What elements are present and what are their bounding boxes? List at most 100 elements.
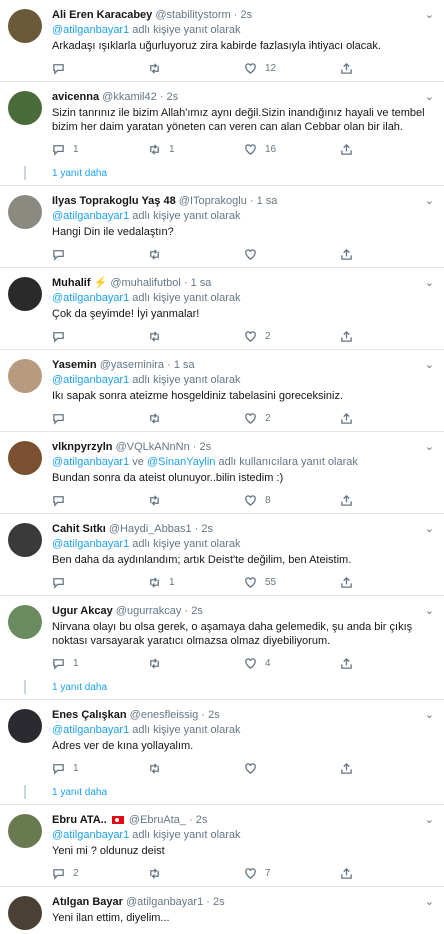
user-name[interactable]: Yasemin xyxy=(52,359,97,371)
tweet[interactable]: vlknpyrzyln @VQLkANnNn · 2s ⌄ @atilganba… xyxy=(0,432,444,514)
more-options-icon[interactable]: ⌄ xyxy=(425,358,434,371)
show-more-replies-link[interactable]: 1 yanıt daha xyxy=(0,676,444,700)
timestamp[interactable]: 2s xyxy=(196,814,208,826)
avatar[interactable] xyxy=(8,91,42,125)
reply-button[interactable] xyxy=(52,330,148,343)
more-options-icon[interactable]: ⌄ xyxy=(425,895,434,908)
mention-link[interactable]: @atilganbayar1 xyxy=(52,210,129,222)
share-button[interactable] xyxy=(340,62,436,75)
share-button[interactable] xyxy=(340,867,436,880)
reply-button[interactable] xyxy=(52,62,148,75)
tweet[interactable]: Ugur Akcay @ugurrakcay · 2s ⌄ Nirvana ol… xyxy=(0,596,444,676)
like-button[interactable]: 7 xyxy=(244,867,340,880)
user-handle[interactable]: @muhalifutbol xyxy=(110,277,180,289)
timestamp[interactable]: 1 sa xyxy=(191,277,212,289)
retweet-button[interactable] xyxy=(148,867,244,880)
retweet-button[interactable] xyxy=(148,248,244,261)
retweet-button[interactable] xyxy=(148,330,244,343)
avatar[interactable] xyxy=(8,195,42,229)
user-handle[interactable]: @yaseminira xyxy=(100,359,164,371)
tweet[interactable]: Enes Çalışkan @enesfleissig · 2s ⌄ @atil… xyxy=(0,700,444,781)
user-name[interactable]: Ali Eren Karacabey xyxy=(52,9,152,21)
like-button[interactable]: 8 xyxy=(244,494,340,507)
avatar[interactable] xyxy=(8,709,42,743)
reply-button[interactable] xyxy=(52,576,148,589)
reply-button[interactable] xyxy=(52,248,148,261)
retweet-button[interactable]: 1 xyxy=(148,576,244,589)
like-button[interactable]: 4 xyxy=(244,657,340,670)
retweet-button[interactable] xyxy=(148,412,244,425)
timestamp[interactable]: 1 sa xyxy=(257,195,278,207)
user-handle[interactable]: @IToprakoglu xyxy=(179,195,247,207)
tweet[interactable]: Atılgan Bayar @atilganbayar1 · 2s ⌄ Yeni… xyxy=(0,887,444,934)
user-handle[interactable]: @enesfleissig xyxy=(130,709,199,721)
like-button[interactable]: 16 xyxy=(244,143,340,156)
user-handle[interactable]: @kkamil42 xyxy=(102,91,157,103)
user-handle[interactable]: @EbruAta_ xyxy=(129,814,186,826)
tweet[interactable]: Yasemin @yaseminira · 1 sa ⌄ @atilganbay… xyxy=(0,350,444,432)
mention-link[interactable]: @atilganbayar1 xyxy=(52,724,129,736)
timestamp[interactable]: 2s xyxy=(200,441,212,453)
show-more-replies-link[interactable]: 1 yanıt daha xyxy=(0,781,444,805)
retweet-button[interactable]: 1 xyxy=(148,143,244,156)
share-button[interactable] xyxy=(340,330,436,343)
user-handle[interactable]: @ugurrakcay xyxy=(116,605,182,617)
like-button[interactable] xyxy=(244,762,340,775)
user-handle[interactable]: @Haydi_Abbas1 xyxy=(109,523,192,535)
more-options-icon[interactable]: ⌄ xyxy=(425,276,434,289)
mention-link[interactable]: @atilganbayar1 xyxy=(52,456,129,468)
tweet[interactable]: avicenna @kkamil42 · 2s ⌄ Sizin tanrınız… xyxy=(0,82,444,162)
timestamp[interactable]: 2s xyxy=(213,896,225,908)
user-name[interactable]: Ebru ATA.. xyxy=(52,814,107,826)
avatar[interactable] xyxy=(8,523,42,557)
retweet-button[interactable] xyxy=(148,62,244,75)
user-name[interactable]: Enes Çalışkan xyxy=(52,709,127,721)
more-options-icon[interactable]: ⌄ xyxy=(425,604,434,617)
retweet-button[interactable] xyxy=(148,494,244,507)
like-button[interactable] xyxy=(244,248,340,261)
user-name[interactable]: avicenna xyxy=(52,91,99,103)
like-button[interactable]: 2 xyxy=(244,412,340,425)
more-options-icon[interactable]: ⌄ xyxy=(425,522,434,535)
avatar[interactable] xyxy=(8,9,42,43)
reply-button[interactable]: 2 xyxy=(52,867,148,880)
user-name[interactable]: Cahit Sıtkı xyxy=(52,523,106,535)
more-options-icon[interactable]: ⌄ xyxy=(425,708,434,721)
tweet[interactable]: Cahit Sıtkı @Haydi_Abbas1 · 2s ⌄ @atilga… xyxy=(0,514,444,596)
timestamp[interactable]: 2s xyxy=(167,91,179,103)
tweet[interactable]: Ilyas Toprakoglu Yaş 48 @IToprakoglu · 1… xyxy=(0,186,444,268)
more-options-icon[interactable]: ⌄ xyxy=(425,440,434,453)
reply-button[interactable] xyxy=(52,494,148,507)
avatar[interactable] xyxy=(8,814,42,848)
tweet[interactable]: Muhalif ⚡ @muhalifutbol · 1 sa ⌄ @atilga… xyxy=(0,268,444,350)
avatar[interactable] xyxy=(8,605,42,639)
mention-link[interactable]: @atilganbayar1 xyxy=(52,24,129,36)
reply-button[interactable]: 1 xyxy=(52,762,148,775)
mention-link[interactable]: @atilganbayar1 xyxy=(52,538,129,550)
more-options-icon[interactable]: ⌄ xyxy=(425,813,434,826)
mention-link[interactable]: @atilganbayar1 xyxy=(52,292,129,304)
share-button[interactable] xyxy=(340,248,436,261)
tweet[interactable]: Ebru ATA.. @EbruAta_ · 2s ⌄ @atilganbaya… xyxy=(0,805,444,887)
more-options-icon[interactable]: ⌄ xyxy=(425,8,434,21)
tweet[interactable]: Ali Eren Karacabey @stabilitystorm · 2s … xyxy=(0,0,444,82)
reply-button[interactable] xyxy=(52,412,148,425)
retweet-button[interactable] xyxy=(148,657,244,670)
like-button[interactable]: 12 xyxy=(244,62,340,75)
reply-button[interactable]: 1 xyxy=(52,143,148,156)
avatar[interactable] xyxy=(8,896,42,930)
more-options-icon[interactable]: ⌄ xyxy=(425,194,434,207)
reply-button[interactable]: 1 xyxy=(52,657,148,670)
timestamp[interactable]: 2s xyxy=(191,605,203,617)
share-button[interactable] xyxy=(340,762,436,775)
user-name[interactable]: Ugur Akcay xyxy=(52,605,113,617)
user-handle[interactable]: @atilganbayar1 xyxy=(126,896,203,908)
mention-link[interactable]: @atilganbayar1 xyxy=(52,829,129,841)
share-button[interactable] xyxy=(340,494,436,507)
user-name[interactable]: Atılgan Bayar xyxy=(52,896,123,908)
user-name[interactable]: vlknpyrzyln xyxy=(52,441,113,453)
share-button[interactable] xyxy=(340,576,436,589)
like-button[interactable]: 55 xyxy=(244,576,340,589)
timestamp[interactable]: 2s xyxy=(208,709,220,721)
user-name[interactable]: Ilyas Toprakoglu Yaş 48 xyxy=(52,195,176,207)
